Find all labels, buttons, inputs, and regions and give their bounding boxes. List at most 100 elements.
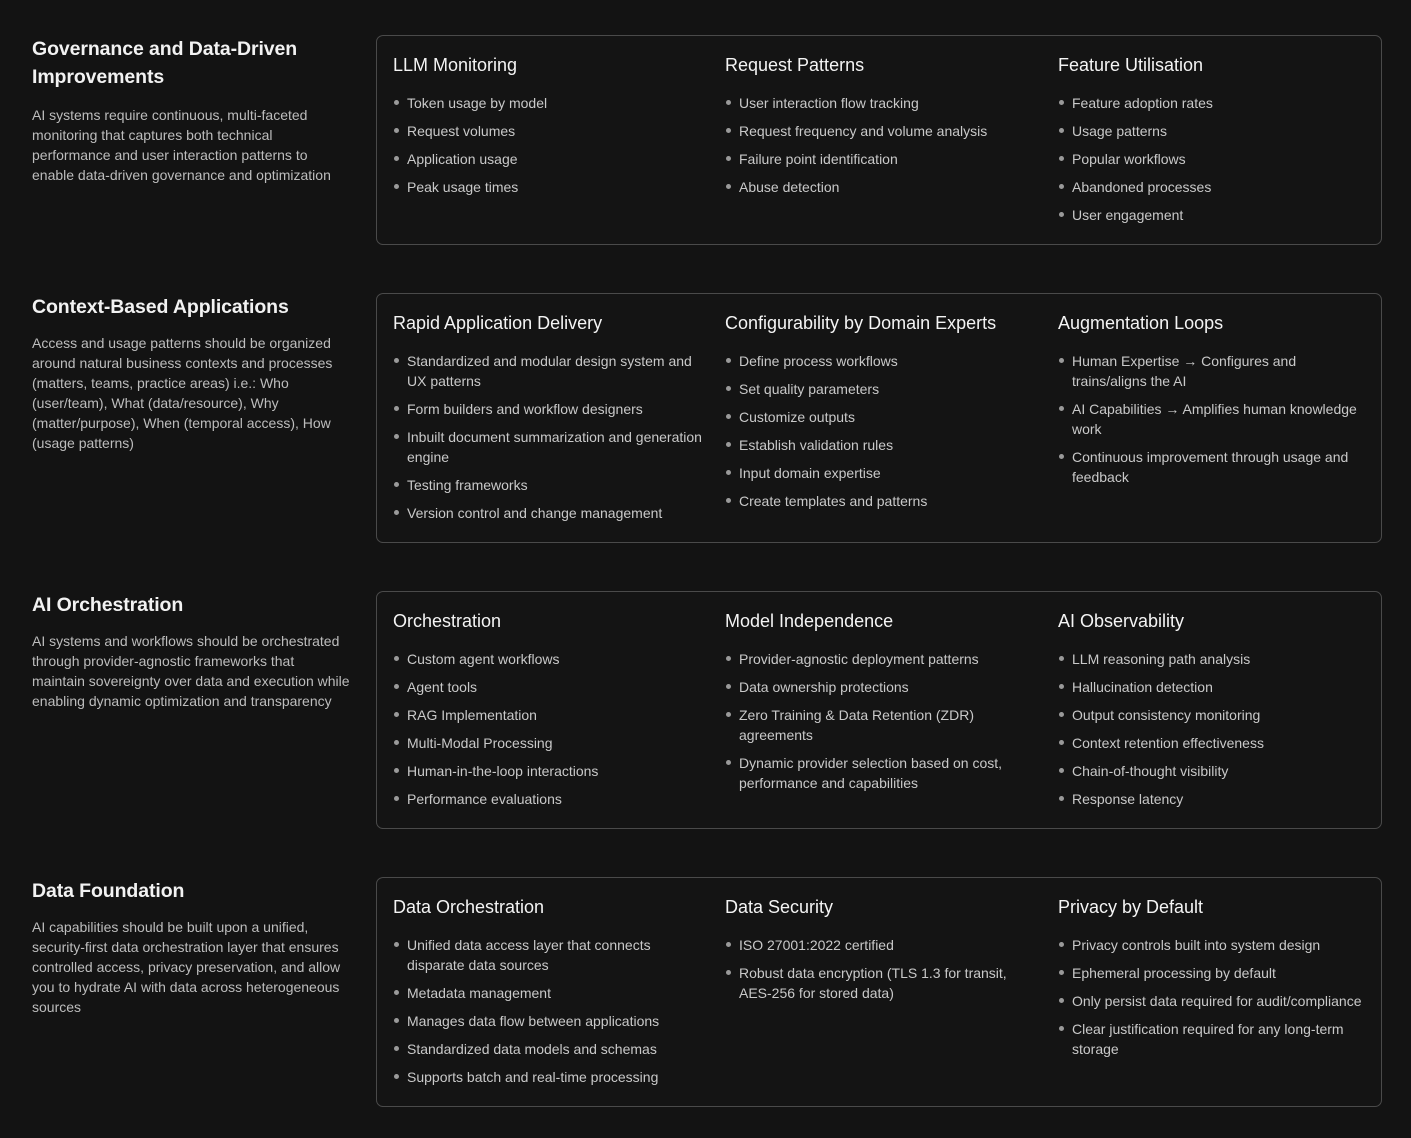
list-item-text: Chain-of-thought visibility bbox=[1072, 763, 1229, 779]
list-item-text: Create templates and patterns bbox=[739, 493, 928, 509]
bullet-icon bbox=[726, 760, 731, 765]
list-item-text: Standardized and modular design system a… bbox=[407, 353, 692, 389]
section-title: Context-Based Applications bbox=[32, 296, 289, 318]
list-item-text: Only persist data required for audit/com… bbox=[1072, 993, 1362, 1009]
feature-list: Define process workflows Set quality para… bbox=[725, 351, 1041, 511]
bullet-icon bbox=[726, 656, 731, 661]
list-item-text: Customize outputs bbox=[739, 409, 855, 425]
list-item: Data ownership protections bbox=[725, 677, 1041, 697]
bullet-icon bbox=[394, 510, 399, 515]
section-info: Context-Based Applications Access and us… bbox=[32, 293, 350, 453]
feature-card: LLM Monitoring Token usage by model Reque… bbox=[376, 35, 1382, 245]
section-description: AI systems require continuous, multi-fac… bbox=[32, 107, 331, 183]
list-item-text: Manages data flow between applications bbox=[407, 1013, 660, 1029]
column-data-security: Data Security ISO 27001:2022 certified Ro… bbox=[725, 895, 1041, 1011]
list-item-text: Context retention effectiveness bbox=[1072, 735, 1264, 751]
column-feature-utilisation: Feature Utilisation Feature adoption rat… bbox=[1058, 53, 1374, 233]
feature-list: Custom agent workflows Agent tools RAG Imp… bbox=[393, 649, 709, 809]
list-item-text: Failure point identification bbox=[739, 151, 898, 167]
bullet-icon bbox=[726, 414, 731, 419]
list-item: Agent tools bbox=[393, 677, 709, 697]
section-title: Governance and Data-Driven Improvements bbox=[32, 38, 298, 88]
list-item-text: User engagement bbox=[1072, 207, 1184, 223]
bullet-icon bbox=[1059, 656, 1064, 661]
list-item-text: Provider-agnostic deployment patterns bbox=[739, 651, 979, 667]
column-title: Request Patterns bbox=[725, 55, 865, 75]
list-item-text: Establish validation rules bbox=[739, 437, 894, 453]
list-item-text: Human Expertise → Configures and trains/… bbox=[1072, 353, 1297, 389]
list-item-text: Peak usage times bbox=[407, 179, 519, 195]
bullet-icon bbox=[726, 156, 731, 161]
column-title: Privacy by Default bbox=[1058, 897, 1204, 917]
column-title: Data Security bbox=[725, 897, 834, 917]
bullet-icon bbox=[394, 100, 399, 105]
list-item-text: Data ownership protections bbox=[739, 679, 909, 695]
list-item: Token usage by model bbox=[393, 93, 709, 113]
feature-card: Data Orchestration Unified data access l… bbox=[376, 877, 1382, 1107]
bullet-icon bbox=[726, 712, 731, 717]
section-info: Governance and Data-Driven Improvements … bbox=[32, 35, 350, 185]
column-title: Configurability by Domain Experts bbox=[725, 313, 997, 333]
bullet-icon bbox=[394, 358, 399, 363]
column-title: Orchestration bbox=[393, 611, 502, 631]
column-title: LLM Monitoring bbox=[393, 55, 518, 75]
bullet-icon bbox=[726, 386, 731, 391]
list-item-text: Standardized data models and schemas bbox=[407, 1041, 657, 1057]
list-item: Clear justification required for any lon… bbox=[1058, 1019, 1374, 1059]
list-item-text: Form builders and workflow designers bbox=[407, 401, 643, 417]
list-item-text: Inbuilt document summarization and gener… bbox=[407, 429, 702, 465]
list-item: Chain-of-thought visibility bbox=[1058, 761, 1374, 781]
list-item-text: Response latency bbox=[1072, 791, 1184, 807]
feature-list: Standardized and modular design system a… bbox=[393, 351, 709, 523]
bullet-icon bbox=[726, 128, 731, 133]
list-item: Provider-agnostic deployment patterns bbox=[725, 649, 1041, 669]
list-item: User engagement bbox=[1058, 205, 1374, 225]
list-item-text: Request frequency and volume analysis bbox=[739, 123, 988, 139]
section-description: AI systems and workflows should be orche… bbox=[32, 633, 350, 709]
bullet-icon bbox=[394, 482, 399, 487]
list-item-text: Output consistency monitoring bbox=[1072, 707, 1261, 723]
column-privacy-by-default: Privacy by Default Privacy controls buil… bbox=[1058, 895, 1374, 1067]
list-item-text: ISO 27001:2022 certified bbox=[739, 937, 894, 953]
list-item: Human Expertise → Configures and trains/… bbox=[1058, 351, 1374, 391]
list-item: Form builders and workflow designers bbox=[393, 399, 709, 419]
list-item-text: Privacy controls built into system desig… bbox=[1072, 937, 1321, 953]
column-configurability: Configurability by Domain Experts Define… bbox=[725, 311, 1041, 519]
list-item: ISO 27001:2022 certified bbox=[725, 935, 1041, 955]
list-item-text: Robust data encryption (TLS 1.3 for tran… bbox=[739, 965, 1007, 1001]
list-item-text: Dynamic provider selection based on cost… bbox=[739, 755, 1003, 791]
bullet-icon bbox=[394, 712, 399, 717]
list-item: Custom agent workflows bbox=[393, 649, 709, 669]
list-item: Set quality parameters bbox=[725, 379, 1041, 399]
list-item-text: Human-in-the-loop interactions bbox=[407, 763, 599, 779]
list-item-text: Agent tools bbox=[407, 679, 478, 695]
list-item: Testing frameworks bbox=[393, 475, 709, 495]
bullet-icon bbox=[394, 184, 399, 189]
list-item: Only persist data required for audit/com… bbox=[1058, 991, 1374, 1011]
column-title: Rapid Application Delivery bbox=[393, 313, 603, 333]
column-title: Feature Utilisation bbox=[1058, 55, 1204, 75]
list-item-text: Popular workflows bbox=[1072, 151, 1186, 167]
section-title: AI Orchestration bbox=[32, 594, 184, 616]
feature-list: ISO 27001:2022 certified Robust data encr… bbox=[725, 935, 1041, 1003]
bullet-icon bbox=[1059, 100, 1064, 105]
list-item-text: Application usage bbox=[407, 151, 518, 167]
bullet-icon bbox=[726, 358, 731, 363]
list-item: Privacy controls built into system desig… bbox=[1058, 935, 1374, 955]
list-item: Define process workflows bbox=[725, 351, 1041, 371]
list-item-text: Continuous improvement through usage and… bbox=[1072, 449, 1349, 485]
list-item-text: Request volumes bbox=[407, 123, 516, 139]
list-item: Usage patterns bbox=[1058, 121, 1374, 141]
list-item: Continuous improvement through usage and… bbox=[1058, 447, 1374, 487]
list-item: AI Capabilities → Amplifies human knowle… bbox=[1058, 399, 1374, 439]
bullet-icon bbox=[1059, 454, 1064, 459]
list-item: Abandoned processes bbox=[1058, 177, 1374, 197]
list-item: User interaction flow tracking bbox=[725, 93, 1041, 113]
list-item-text: Version control and change management bbox=[407, 505, 663, 521]
list-item-text: AI Capabilities → Amplifies human knowle… bbox=[1072, 401, 1357, 437]
bullet-icon bbox=[1059, 684, 1064, 689]
list-item: Inbuilt document summarization and gener… bbox=[393, 427, 709, 467]
list-item: LLM reasoning path analysis bbox=[1058, 649, 1374, 669]
bullet-icon bbox=[1059, 184, 1064, 189]
section-title: Data Foundation bbox=[32, 880, 185, 902]
